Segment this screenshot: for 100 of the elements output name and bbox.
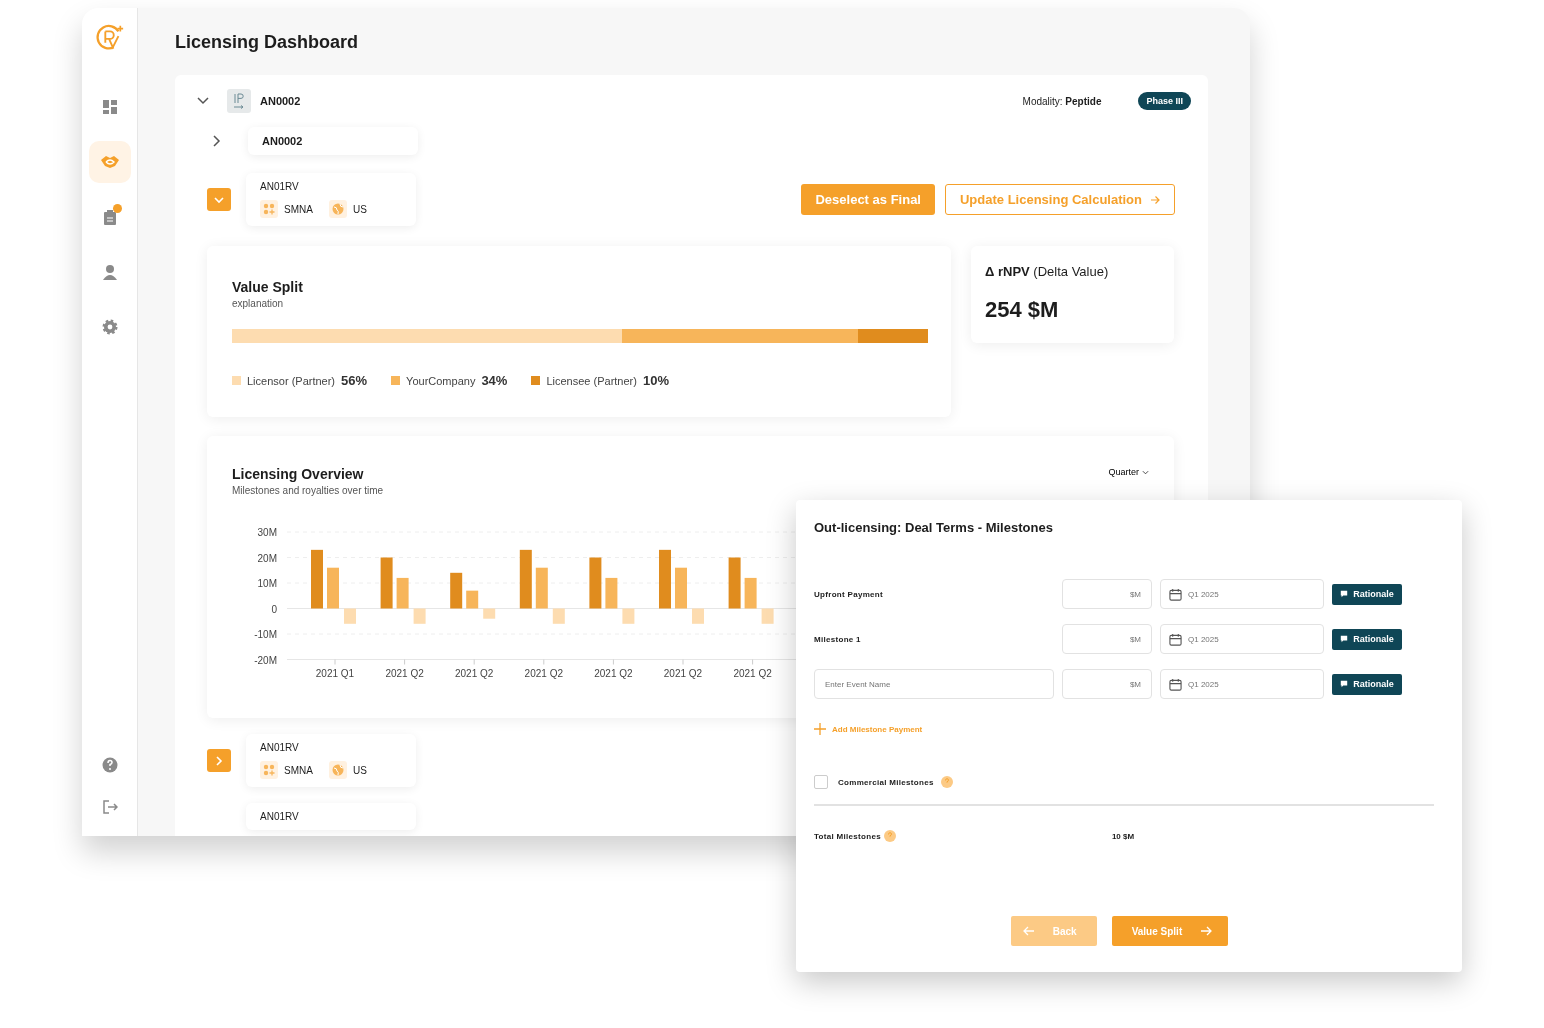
bar — [311, 549, 323, 609]
calendar-icon — [1169, 588, 1182, 601]
collapse-button[interactable] — [207, 188, 231, 211]
site-code: AN01RV — [260, 742, 300, 753]
settings-icon — [101, 319, 118, 335]
x-tick-label: 2021 Q2 — [663, 668, 703, 679]
globe-icon — [328, 200, 347, 218]
milestone-label: Milestone 1 — [814, 634, 862, 644]
y-tick-label: -20M — [254, 654, 277, 666]
legend-label: YourCompany — [406, 374, 476, 387]
event-name-field[interactable]: Enter Event Name — [814, 669, 1054, 699]
rationale-button[interactable]: Rationale — [1332, 583, 1402, 605]
legend-share: 10% — [642, 373, 669, 388]
x-tick-label: 2021 Q2 — [385, 668, 424, 679]
page-title: Licensing Dashboard — [175, 32, 360, 53]
asset-code: AN0002 — [260, 95, 301, 107]
dots-icon — [260, 200, 278, 218]
amount-field[interactable]: $M — [1062, 624, 1152, 654]
expand-button[interactable] — [207, 749, 231, 772]
tag-label: SMNA — [284, 764, 313, 776]
date-field[interactable]: Q1 2025 — [1160, 624, 1324, 654]
bar — [466, 590, 479, 609]
milestone-label: Upfront Payment — [814, 589, 884, 599]
bar — [396, 577, 409, 609]
group-card[interactable]: AN0002 — [248, 127, 418, 155]
legend-share: 34% — [481, 373, 508, 388]
card-subtitle: explanation — [232, 298, 285, 309]
bar — [605, 577, 618, 609]
x-tick-label: 2021 Q2 — [733, 668, 772, 679]
comment-icon — [1340, 590, 1349, 598]
site-code: AN01RV — [260, 811, 300, 822]
site-code: AN0002 — [262, 135, 304, 147]
logo-icon — [94, 22, 125, 52]
bar — [535, 567, 548, 609]
modality-label: Modality: Peptide — [1022, 95, 1102, 107]
card-subtitle: Milestones and royalties over time — [232, 485, 384, 496]
rationale-button[interactable]: Rationale — [1332, 673, 1402, 695]
site-card[interactable]: AN01RV SMNA US — [246, 173, 416, 226]
y-tick-label: 30M — [257, 527, 277, 538]
legend-label: Licensor (Partner) — [247, 374, 336, 387]
y-tick-label: -10M — [254, 629, 277, 640]
calendar-icon — [1169, 633, 1182, 646]
bar — [327, 567, 339, 609]
bar — [659, 549, 671, 609]
dots-icon — [260, 761, 278, 779]
phase-badge: Phase III — [1138, 92, 1191, 110]
checkbox-label: Commercial Milestones — [838, 777, 934, 787]
grid-icon — [101, 99, 118, 115]
checkbox[interactable] — [814, 775, 828, 789]
x-tick-label: 2021 Q2 — [455, 668, 494, 679]
comment-icon — [1340, 635, 1349, 643]
arrow-right-icon — [1150, 194, 1160, 205]
y-tick-label: 20M — [257, 552, 277, 564]
dialog-title: Out-licensing: Deal Terms - Milestones — [814, 520, 1054, 535]
help-icon — [883, 830, 896, 842]
site-code: AN01RV — [260, 181, 300, 192]
y-tick-label: 10M — [257, 578, 277, 589]
logout-icon — [101, 799, 118, 815]
x-tick-label: 2021 Q2 — [524, 668, 563, 679]
rnpv-value: 254 $M — [985, 297, 1060, 323]
tag-label: US — [352, 203, 367, 215]
arrow-right-icon — [1200, 926, 1213, 936]
help-icon — [101, 757, 118, 773]
chevron-right-icon — [213, 754, 225, 767]
bar — [519, 549, 532, 609]
rationale-button[interactable]: Rationale — [1332, 628, 1402, 650]
rnpv-title: Δ rNPV (Delta Value) — [985, 264, 1110, 279]
legend-label: Licensee (Partner) — [546, 374, 637, 387]
date-field[interactable]: Q1 2025 — [1160, 579, 1324, 609]
x-tick-label: 2021 Q2 — [594, 668, 633, 679]
arrow-left-icon — [1022, 926, 1035, 936]
total-value: 10 $M — [1111, 831, 1135, 841]
tag-label: SMNA — [284, 203, 313, 215]
clipboard-icon — [101, 209, 118, 225]
card-title: Value Split — [232, 279, 304, 295]
ip-icon — [227, 89, 251, 113]
site-card[interactable]: AN01RV — [246, 803, 416, 830]
site-card[interactable]: AN01RV SMNA US — [246, 734, 416, 787]
y-tick-label: 0 — [271, 603, 277, 615]
tag-label: US — [352, 764, 367, 776]
amount-field[interactable]: $M — [1062, 669, 1152, 699]
bar — [675, 567, 687, 609]
plus-icon — [814, 723, 826, 735]
bar — [380, 557, 393, 609]
bar — [728, 557, 741, 609]
total-label: Total Milestones — [814, 831, 881, 841]
bar — [744, 577, 757, 609]
date-field[interactable]: Q1 2025 — [1160, 669, 1324, 699]
x-tick-label: 2021 Q1 — [315, 668, 355, 679]
bar — [450, 572, 463, 609]
legend-share: 56% — [341, 373, 368, 388]
bar — [589, 557, 602, 609]
user-icon — [101, 264, 118, 280]
comment-icon — [1340, 680, 1349, 688]
amount-field[interactable]: $M — [1062, 579, 1152, 609]
bar — [483, 608, 496, 619]
card-title: Licensing Overview — [232, 466, 365, 482]
nav-deals-button[interactable] — [88, 141, 131, 183]
period-dropdown[interactable]: Quarter — [1108, 467, 1149, 477]
help-icon — [940, 776, 953, 788]
